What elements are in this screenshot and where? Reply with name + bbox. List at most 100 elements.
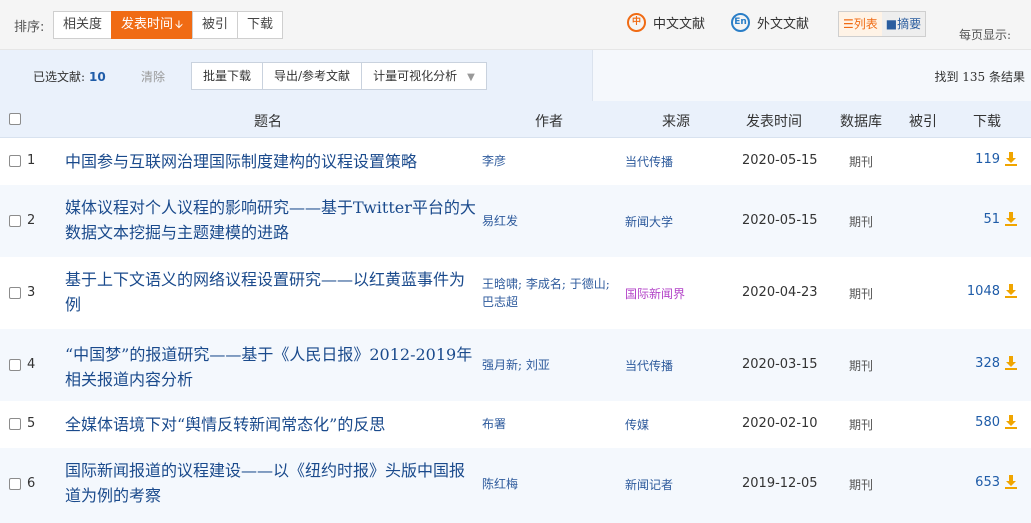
foreign-literature-label: 外文文献 [757, 17, 810, 32]
chinese-lang-icon: 中 [627, 13, 646, 32]
source-link[interactable]: 国际新闻界 [625, 285, 685, 302]
row-number: 4 [27, 357, 36, 372]
caret-down-icon: ▼ [467, 72, 475, 83]
table-header: 题名 作者 来源 发表时间 数据库 被引 下载 [0, 101, 1031, 138]
author-link[interactable]: 强月新; 刘亚 [482, 356, 614, 374]
download-button[interactable]: 653 [975, 474, 1019, 490]
batch-download-button[interactable]: 批量下载 [191, 62, 264, 90]
database-type: 期刊 [849, 359, 874, 373]
export-references-button[interactable]: 导出/参考文献 [262, 62, 363, 90]
sort-downloads-button[interactable]: 下载 [236, 11, 283, 39]
article-title-link[interactable]: 媒体议程对个人议程的影响研究——基于Twitter平台的大数据文本挖掘与主题建模… [65, 195, 477, 245]
source-link[interactable]: 新闻大学 [625, 213, 673, 230]
english-lang-icon: En [731, 13, 750, 32]
selected-count: 已选文献: 10 [33, 68, 106, 85]
download-icon [1005, 475, 1017, 489]
source-link[interactable]: 当代传播 [625, 357, 673, 374]
sort-label: 排序: [14, 20, 45, 35]
author-link[interactable]: 易红发 [482, 212, 614, 230]
select-all-checkbox[interactable] [9, 113, 21, 125]
table-row: 3 基于上下文语义的网络议程设置研究——以红黄蓝事件为例 王晗啸; 李成名; 于… [0, 257, 1031, 329]
table-row: 5 全媒体语境下对“舆情反转新闻常态化”的反思 布署 传媒 2020-02-10… [0, 401, 1031, 448]
column-source[interactable]: 来源 [662, 111, 690, 131]
download-button[interactable]: 51 [983, 211, 1019, 227]
table-row: 6 国际新闻报道的议程建设——以《纽约时报》头版中国报道为例的考察 陈红梅 新闻… [0, 448, 1031, 523]
column-database[interactable]: 数据库 [840, 111, 882, 131]
list-view-button[interactable]: ☰列表 [839, 12, 882, 36]
column-downloads[interactable]: 下载 [973, 111, 1001, 131]
publish-date: 2020-04-23 [742, 285, 818, 300]
row-checkbox[interactable] [9, 418, 21, 430]
download-icon [1005, 356, 1017, 370]
article-title-link[interactable]: “中国梦”的报道研究——基于《人民日报》2012-2019年相关报道内容分析 [65, 342, 477, 392]
sort-bar: 排序: 相关度 发表时间 🡫 被引 下载 中 中文文献 En 外文文献 ☰列表 ■… [0, 0, 1031, 50]
publish-date: 2020-02-10 [742, 416, 818, 431]
per-page-label: 每页显示: [959, 28, 1012, 42]
download-icon [1005, 152, 1017, 166]
row-checkbox[interactable] [9, 215, 21, 227]
author-link[interactable]: 陈红梅 [482, 475, 614, 493]
source-link[interactable]: 当代传播 [625, 153, 673, 170]
foreign-literature-filter[interactable]: En 外文文献 [731, 13, 809, 32]
sort-date-button[interactable]: 发表时间 🡫 [111, 11, 193, 39]
selected-count-value: 10 [89, 70, 106, 84]
column-cited[interactable]: 被引 [909, 111, 937, 131]
sort-cited-label: 被引 [201, 17, 228, 32]
download-count: 653 [975, 474, 1000, 490]
database-type: 期刊 [849, 215, 874, 229]
view-mode-toggle: ☰列表 ■摘要 [838, 11, 927, 37]
download-icon [1005, 284, 1017, 298]
download-count: 51 [983, 211, 1000, 227]
article-title-link[interactable]: 全媒体语境下对“舆情反转新闻常态化”的反思 [65, 412, 477, 437]
column-author[interactable]: 作者 [535, 111, 563, 131]
download-button[interactable]: 580 [975, 414, 1019, 430]
sort-relevance-button[interactable]: 相关度 [53, 11, 113, 39]
column-title[interactable]: 题名 [254, 111, 282, 131]
visual-analysis-dropdown[interactable]: 计量可视化分析 ▼ [361, 62, 487, 90]
row-checkbox[interactable] [9, 478, 21, 490]
article-title-link[interactable]: 中国参与互联网治理国际制度建构的议程设置策略 [65, 149, 477, 174]
row-number: 6 [27, 476, 36, 491]
row-number: 5 [27, 416, 36, 431]
publish-date: 2020-05-15 [742, 153, 818, 168]
row-number: 3 [27, 285, 36, 300]
download-count: 580 [975, 414, 1000, 430]
download-button[interactable]: 328 [975, 355, 1019, 371]
visual-analysis-label: 计量可视化分析 [373, 69, 458, 83]
article-title-link[interactable]: 国际新闻报道的议程建设——以《纽约时报》头版中国报道为例的考察 [65, 458, 477, 508]
results-count: 找到 135 条结果 [934, 70, 1025, 84]
download-count: 1048 [966, 283, 1000, 299]
source-link[interactable]: 传媒 [625, 416, 649, 433]
author-link[interactable]: 王晗啸; 李成名; 于德山; 巴志超 [482, 275, 614, 311]
source-link[interactable]: 新闻记者 [625, 476, 673, 493]
table-row: 1 中国参与互联网治理国际制度建构的议程设置策略 李彦 当代传播 2020-05… [0, 138, 1031, 185]
selected-label: 已选文献: [33, 70, 86, 84]
publish-date: 2019-12-05 [742, 476, 818, 491]
chinese-literature-label: 中文文献 [653, 17, 706, 32]
author-link[interactable]: 布署 [482, 415, 614, 433]
arrow-down-icon: 🡫 [175, 18, 183, 31]
table-row: 2 媒体议程对个人议程的影响研究——基于Twitter平台的大数据文本挖掘与主题… [0, 185, 1031, 257]
abstract-view-button[interactable]: ■摘要 [882, 12, 925, 36]
row-checkbox[interactable] [9, 155, 21, 167]
database-type: 期刊 [849, 287, 874, 301]
batch-download-label: 批量下载 [203, 69, 252, 83]
row-checkbox[interactable] [9, 287, 21, 299]
export-references-label: 导出/参考文献 [274, 69, 351, 83]
column-date[interactable]: 发表时间 [746, 111, 802, 131]
table-row: 4 “中国梦”的报道研究——基于《人民日报》2012-2019年相关报道内容分析… [0, 329, 1031, 401]
download-button[interactable]: 1048 [967, 283, 1019, 299]
author-link[interactable]: 李彦 [482, 152, 614, 170]
row-checkbox[interactable] [9, 359, 21, 371]
selection-bar: 已选文献: 10 清除 批量下载 导出/参考文献 计量可视化分析 ▼ 找到 135 … [0, 50, 1031, 101]
download-button[interactable]: 119 [975, 151, 1019, 167]
article-title-link[interactable]: 基于上下文语义的网络议程设置研究——以红黄蓝事件为例 [65, 267, 477, 317]
database-type: 期刊 [849, 478, 874, 492]
publish-date: 2020-05-15 [742, 213, 818, 228]
clear-selection-link[interactable]: 清除 [141, 68, 165, 85]
chinese-literature-filter[interactable]: 中 中文文献 [627, 13, 705, 32]
toolbar: 批量下载 导出/参考文献 计量可视化分析 ▼ [191, 62, 487, 90]
row-number: 1 [27, 153, 36, 168]
sort-cited-button[interactable]: 被引 [191, 11, 238, 39]
download-icon [1005, 415, 1017, 429]
